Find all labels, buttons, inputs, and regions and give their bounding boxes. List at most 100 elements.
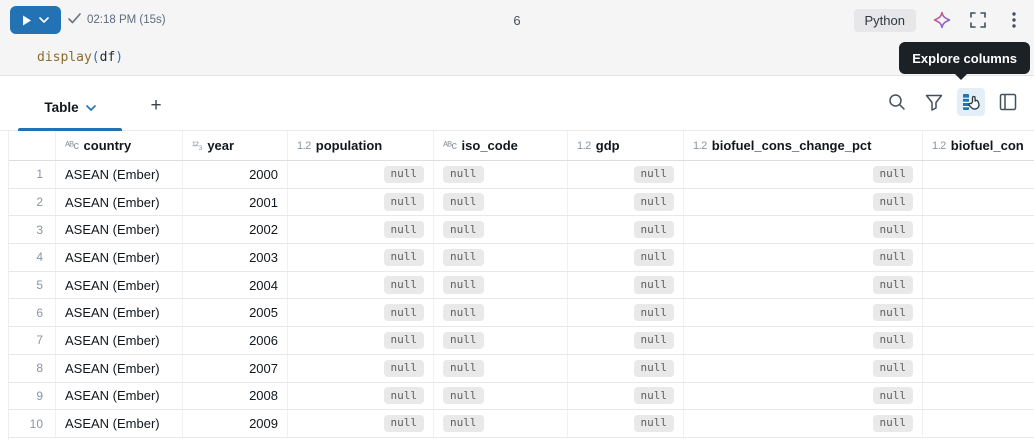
row-number: 8	[9, 354, 56, 382]
add-visualization-button[interactable]: +	[142, 92, 170, 120]
cell-country: ASEAN (Ember)	[56, 354, 183, 382]
cell-year: 2002	[183, 216, 288, 244]
kebab-menu-icon[interactable]	[1004, 10, 1024, 30]
cell-country: ASEAN (Ember)	[56, 216, 183, 244]
row-number: 2	[9, 188, 56, 216]
search-icon[interactable]	[883, 88, 911, 116]
null-value-badge: null	[872, 414, 913, 433]
cell-biofuel_con	[923, 410, 1034, 437]
null-value-badge: null	[872, 248, 913, 267]
cell-population: null	[288, 354, 434, 382]
null-value-badge: null	[633, 387, 674, 405]
data-grid[interactable]: ᴬᴮᴄ country ¹²₃ year 1.2 population ᴬᴮᴄ iso_cod…	[8, 131, 1034, 440]
null-value-badge: null	[633, 331, 674, 350]
null-value-badge: null	[383, 193, 424, 211]
row-number: 3	[9, 216, 56, 244]
null-value-badge: null	[383, 221, 424, 239]
cell-country: ASEAN (Ember)	[56, 327, 183, 354]
cell-country: ASEAN (Ember)	[56, 382, 183, 410]
cell-biofuel_con	[923, 355, 1034, 382]
cell-biofuel_con	[923, 327, 1034, 354]
string-type-icon: ᴬᴮᴄ	[443, 139, 457, 152]
tab-chevron-down-icon[interactable]	[85, 98, 96, 116]
cell-country: ASEAN (Ember)	[56, 188, 183, 216]
column-header-year[interactable]: ¹²₃ year	[183, 131, 288, 160]
null-value-badge: null	[633, 248, 674, 267]
table-row[interactable]: 6 ASEAN (Ember) 2005 null null null null	[9, 299, 1034, 328]
cell-biofuel_con	[923, 383, 1034, 410]
column-header-gdp[interactable]: 1.2 gdp	[568, 131, 684, 160]
cell-year: 2001	[183, 188, 288, 216]
notebook-cell: 6 02:18 PM (15s) Python display (df) E…	[0, 0, 1034, 440]
column-header-population[interactable]: 1.2 population	[288, 131, 434, 160]
cell-population: null	[288, 327, 434, 354]
null-value-badge: null	[383, 331, 424, 350]
table-toolbar	[883, 88, 1022, 116]
code-token: display	[37, 50, 92, 65]
code-line[interactable]: display(df)	[0, 40, 1034, 75]
cell-population: null	[288, 410, 434, 437]
fullscreen-icon[interactable]	[968, 10, 988, 30]
table-row[interactable]: 4 ASEAN (Ember) 2003 null null null null	[9, 244, 1034, 272]
cell-biofuel_cons_change_pct: null	[684, 161, 923, 188]
assistant-sparkle-icon[interactable]	[932, 10, 952, 30]
cell-biofuel_con	[923, 161, 1034, 188]
result-tab-bar: Table +	[0, 76, 1034, 131]
table-row[interactable]: 7 ASEAN (Ember) 2006 null null null null	[9, 327, 1034, 355]
tab-table[interactable]: Table	[18, 86, 122, 128]
cell-biofuel_cons_change_pct: null	[684, 216, 923, 244]
run-chevron-down-icon[interactable]	[39, 17, 49, 23]
null-value-badge: null	[443, 304, 484, 322]
row-number: 4	[9, 244, 56, 271]
column-name: biofuel_con	[950, 138, 1024, 153]
null-value-badge: null	[872, 193, 913, 211]
null-value-badge: null	[383, 165, 424, 183]
cell-command-bar: 6 02:18 PM (15s) Python	[0, 0, 1034, 40]
cell-iso_code: null	[434, 244, 568, 271]
language-selector[interactable]: Python	[853, 8, 916, 32]
table-row[interactable]: 3 ASEAN (Ember) 2002 null null null null	[9, 216, 1034, 245]
filter-icon[interactable]	[920, 88, 948, 116]
cell-country: ASEAN (Ember)	[56, 161, 183, 188]
side-panel-icon[interactable]	[994, 88, 1022, 116]
table-row[interactable]: 10 ASEAN (Ember) 2009 null null null null	[9, 410, 1034, 438]
run-button[interactable]	[10, 6, 61, 34]
cell-population: null	[288, 299, 434, 327]
explore-columns-icon[interactable]	[957, 88, 985, 116]
cell-gdp: null	[568, 299, 684, 327]
column-header-biofuel_cons_change_pct[interactable]: 1.2 biofuel_cons_change_pct	[684, 131, 923, 160]
null-value-badge: null	[383, 414, 424, 433]
cell-biofuel_con	[923, 189, 1034, 216]
column-header-biofuel_con[interactable]: 1.2 biofuel_con	[923, 131, 1034, 160]
null-value-badge: null	[633, 359, 674, 377]
null-value-badge: null	[443, 165, 484, 183]
null-value-badge: null	[443, 331, 484, 350]
null-value-badge: null	[443, 221, 484, 239]
cell-year: 2006	[183, 327, 288, 354]
null-value-badge: null	[872, 304, 913, 322]
null-value-badge: null	[633, 276, 674, 294]
string-type-icon: ᴬᴮᴄ	[65, 139, 79, 152]
row-number: 1	[9, 161, 56, 188]
cell-command-block: 6 02:18 PM (15s) Python display (df)	[0, 0, 1034, 76]
cell-year: 2004	[183, 271, 288, 299]
null-value-badge: null	[633, 414, 674, 433]
column-header-iso_code[interactable]: ᴬᴮᴄ iso_code	[434, 131, 568, 160]
null-value-badge: null	[383, 304, 424, 322]
column-header-country[interactable]: ᴬᴮᴄ country	[56, 131, 183, 160]
table-header-row: ᴬᴮᴄ country ¹²₃ year 1.2 population ᴬᴮᴄ iso_cod…	[9, 131, 1034, 161]
cell-biofuel_cons_change_pct: null	[684, 410, 923, 437]
row-number: 5	[9, 271, 56, 299]
cell-iso_code: null	[434, 216, 568, 244]
table-row[interactable]: 5 ASEAN (Ember) 2004 null null null null	[9, 271, 1034, 300]
table-row[interactable]: 1 ASEAN (Ember) 2000 null null null null	[9, 161, 1034, 189]
cell-country: ASEAN (Ember)	[56, 244, 183, 271]
cell-country: ASEAN (Ember)	[56, 410, 183, 437]
cell-iso_code: null	[434, 354, 568, 382]
row-number: 6	[9, 299, 56, 327]
table-row[interactable]: 8 ASEAN (Ember) 2007 null null null null	[9, 354, 1034, 383]
table-row[interactable]: 9 ASEAN (Ember) 2008 null null null null	[9, 382, 1034, 411]
table-row[interactable]: 2 ASEAN (Ember) 2001 null null null null	[9, 188, 1034, 217]
column-name: country	[83, 138, 132, 153]
cell-year: 2000	[183, 161, 288, 188]
